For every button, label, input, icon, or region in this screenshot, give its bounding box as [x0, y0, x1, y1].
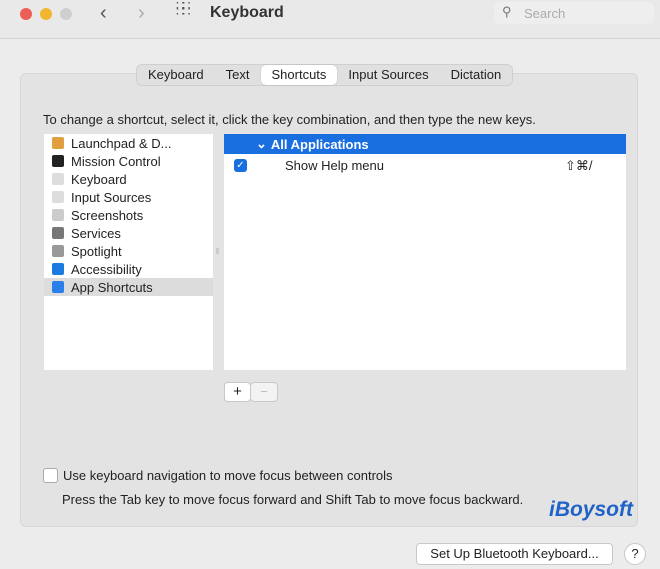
- category-item[interactable]: Mission Control: [44, 152, 213, 170]
- chevron-down-icon: ⌄: [256, 136, 267, 151]
- screenshot-icon: [52, 209, 64, 221]
- category-item[interactable]: Spotlight: [44, 242, 213, 260]
- category-item[interactable]: Screenshots: [44, 206, 213, 224]
- forward-icon[interactable]: ›: [138, 2, 145, 25]
- keyboard-nav-hint: Press the Tab key to move focus forward …: [62, 492, 524, 507]
- category-list: Launchpad & D... Mission Control Keyboard I…: [44, 134, 213, 370]
- remove-button[interactable]: −: [250, 382, 278, 402]
- category-item[interactable]: Launchpad & D...: [44, 134, 213, 152]
- shortcut-list: ⌄ All Applications ✓ Show Help menu ⇧⌘/: [224, 134, 626, 370]
- grid-icon[interactable]: ∷∷ ∷∷: [176, 0, 190, 18]
- shortcut-checkbox[interactable]: ✓: [234, 159, 247, 172]
- category-label: Input Sources: [71, 189, 152, 205]
- tab-bar: Keyboard Text Shortcuts Input Sources Di…: [136, 64, 514, 86]
- bluetooth-keyboard-button[interactable]: Set Up Bluetooth Keyboard...: [416, 543, 613, 565]
- close-button[interactable]: [20, 8, 32, 20]
- back-icon[interactable]: ‹: [100, 2, 107, 25]
- title-bar: ‹ › ∷∷ ∷∷ Keyboard ⚲ Search: [0, 0, 660, 39]
- category-label: Launchpad & D...: [71, 135, 172, 151]
- magnifier-icon: [52, 245, 64, 257]
- category-label: Accessibility: [71, 261, 142, 277]
- category-label: Spotlight: [71, 243, 122, 259]
- app-store-icon: [52, 281, 64, 293]
- shortcut-keys[interactable]: ⇧⌘/: [565, 158, 593, 174]
- keyboard-icon: [52, 173, 64, 185]
- add-button[interactable]: +: [224, 382, 251, 402]
- keyboard-icon: [52, 191, 64, 203]
- tab-dictation[interactable]: Dictation: [440, 65, 513, 85]
- watermark-logo: iBoysoft: [549, 498, 633, 521]
- shortcut-row[interactable]: ✓ Show Help menu ⇧⌘/: [224, 154, 626, 176]
- category-item[interactable]: Keyboard: [44, 170, 213, 188]
- zoom-button[interactable]: [60, 8, 72, 20]
- tab-keyboard[interactable]: Keyboard: [137, 65, 215, 85]
- split-handle[interactable]: [216, 248, 219, 254]
- category-label: App Shortcuts: [71, 279, 153, 295]
- window-title: Keyboard: [210, 4, 284, 21]
- minimize-button[interactable]: [40, 8, 52, 20]
- accessibility-icon: [52, 263, 64, 275]
- category-label: Mission Control: [71, 153, 161, 169]
- category-item[interactable]: Input Sources: [44, 188, 213, 206]
- tab-input-sources[interactable]: Input Sources: [337, 65, 439, 85]
- gear-icon: [52, 227, 64, 239]
- search-placeholder: Search: [524, 6, 566, 21]
- search-icon: ⚲: [502, 4, 512, 19]
- shortcut-label: Show Help menu: [285, 158, 384, 173]
- category-item[interactable]: Services: [44, 224, 213, 242]
- group-header[interactable]: ⌄ All Applications: [224, 134, 626, 154]
- launchpad-icon: [52, 137, 64, 149]
- tab-text[interactable]: Text: [215, 65, 261, 85]
- group-label: All Applications: [270, 136, 369, 152]
- category-label: Keyboard: [71, 171, 127, 187]
- keyboard-nav-checkbox[interactable]: [43, 468, 58, 483]
- category-label: Screenshots: [71, 207, 144, 223]
- category-item[interactable]: Accessibility: [44, 260, 213, 278]
- help-button[interactable]: ?: [624, 543, 646, 565]
- instruction-text: To change a shortcut, select it, click t…: [43, 112, 536, 127]
- keyboard-nav-label[interactable]: Use keyboard navigation to move focus be…: [63, 468, 393, 483]
- tab-shortcuts[interactable]: Shortcuts: [260, 65, 338, 85]
- search-field[interactable]: ⚲ Search: [494, 2, 654, 24]
- category-label: Services: [71, 225, 121, 241]
- category-item[interactable]: App Shortcuts: [44, 278, 213, 296]
- mission-control-icon: [52, 155, 64, 167]
